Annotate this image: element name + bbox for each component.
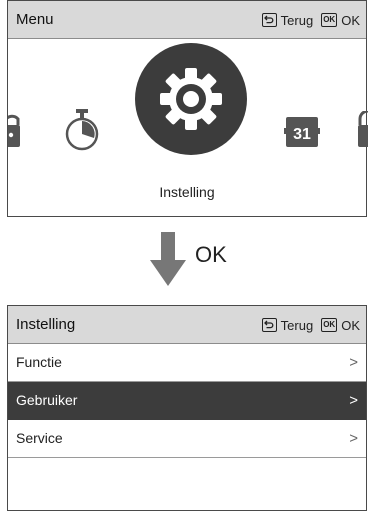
ok-label: OK	[341, 317, 360, 333]
lock-icon[interactable]	[354, 111, 368, 153]
back-key-icon[interactable]	[261, 318, 277, 332]
list-item-label: Gebruiker	[16, 392, 78, 408]
list-item-label: Service	[16, 430, 63, 446]
list-item-label: Functie	[16, 354, 62, 370]
ok-label: OK	[341, 12, 360, 28]
chevron-right-icon: >	[349, 430, 358, 447]
menu-header-controls: Terug OK OK	[261, 1, 360, 39]
gear-icon	[160, 68, 222, 130]
back-label: Terug	[280, 12, 314, 28]
settings-list: Functie > Gebruiker > Service >	[8, 344, 366, 458]
settings-header: Instelling Terug OK OK	[8, 306, 366, 344]
settings-screen: Instelling Terug OK OK Functie > Gebruik…	[7, 305, 367, 511]
transition-label: OK	[195, 242, 227, 267]
back-key-icon[interactable]	[261, 13, 277, 27]
arrow-down-icon	[150, 232, 186, 286]
back-label: Terug	[280, 317, 314, 333]
calendar-icon[interactable]: 31	[284, 115, 320, 149]
selected-item-label: Instelling	[159, 184, 215, 200]
lock-icon[interactable]	[8, 111, 22, 153]
ok-key-icon[interactable]: OK	[321, 318, 338, 332]
settings-selected-tile[interactable]	[135, 43, 247, 155]
chevron-right-icon: >	[349, 392, 358, 409]
menu-screen: Menu Terug OK OK 31 Instelling	[7, 0, 368, 217]
stopwatch-icon[interactable]	[64, 107, 100, 153]
list-item-gebruiker[interactable]: Gebruiker >	[8, 382, 366, 420]
settings-title: Instelling	[16, 316, 76, 333]
calendar-day: 31	[293, 126, 311, 143]
menu-title: Menu	[16, 11, 54, 28]
menu-header: Menu Terug OK OK	[8, 1, 366, 39]
list-item-functie[interactable]: Functie >	[8, 344, 366, 382]
chevron-right-icon: >	[349, 354, 358, 371]
settings-header-controls: Terug OK OK	[261, 306, 360, 344]
ok-key-icon[interactable]: OK	[321, 13, 338, 27]
list-item-service[interactable]: Service >	[8, 420, 366, 458]
